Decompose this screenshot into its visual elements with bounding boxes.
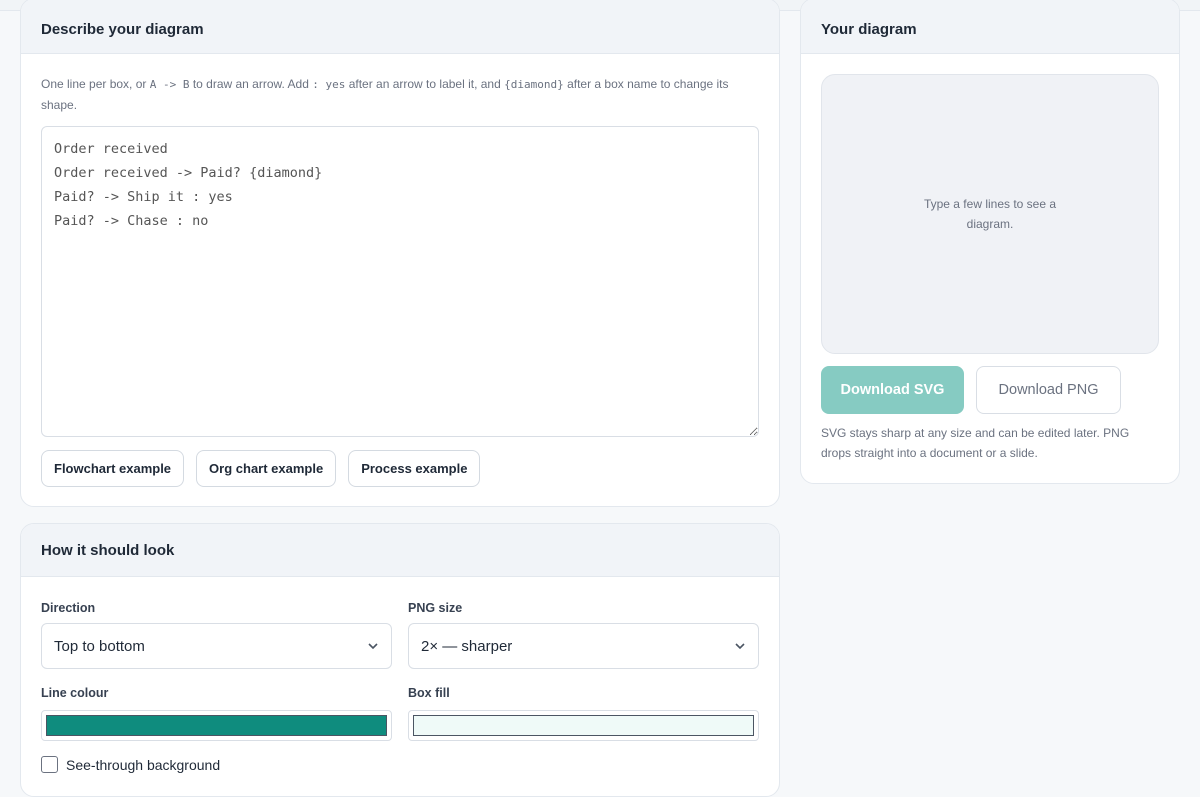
png-size-select[interactable]: 2× — sharper (408, 623, 759, 669)
process-example-button[interactable]: Process example (348, 450, 481, 487)
download-buttons: Download SVG Download PNG (821, 366, 1121, 414)
diagram-text-input[interactable] (41, 126, 759, 437)
describe-title: Describe your diagram (21, 0, 779, 54)
direction-label: Direction (41, 601, 96, 615)
png-size-value: 2× — sharper (421, 637, 513, 655)
download-png-button[interactable]: Download PNG (976, 366, 1121, 414)
line-colour-picker[interactable] (41, 710, 392, 741)
flowchart-example-button[interactable]: Flowchart example (41, 450, 185, 487)
diagram-title: Your diagram (801, 0, 1179, 54)
org-chart-example-button[interactable]: Org chart example (196, 450, 337, 487)
describe-help-text: One line per box, or A -> B to draw an a… (41, 77, 729, 112)
line-colour-swatch (46, 715, 387, 736)
line-colour-label: Line colour (41, 686, 109, 700)
chevron-down-icon (735, 643, 745, 650)
example-buttons: Flowchart example Org chart example Proc… (41, 450, 481, 487)
transparent-background-checkbox[interactable] (41, 756, 58, 773)
png-size-label: PNG size (408, 601, 463, 615)
transparent-background-label: See-through background (66, 756, 221, 773)
transparent-background-option[interactable]: See-through background (41, 756, 220, 773)
chevron-down-icon (368, 643, 378, 650)
describe-card: Describe your diagram One line per box, … (20, 0, 780, 507)
download-note: SVG stays sharp at any size and can be e… (821, 426, 1130, 460)
diagram-placeholder-text: Type a few lines to see a diagram. (923, 197, 1057, 231)
box-fill-swatch (413, 715, 754, 736)
diagram-preview: Type a few lines to see a diagram. (821, 74, 1159, 354)
direction-select[interactable]: Top to bottom (41, 623, 392, 669)
box-fill-label: Box fill (408, 686, 450, 700)
diagram-card: Your diagram Type a few lines to see a d… (800, 0, 1180, 484)
look-title: How it should look (21, 524, 779, 577)
direction-value: Top to bottom (54, 637, 145, 655)
download-svg-button[interactable]: Download SVG (821, 366, 964, 414)
box-fill-picker[interactable] (408, 710, 759, 741)
look-card: How it should look Direction Top to bott… (20, 523, 780, 797)
